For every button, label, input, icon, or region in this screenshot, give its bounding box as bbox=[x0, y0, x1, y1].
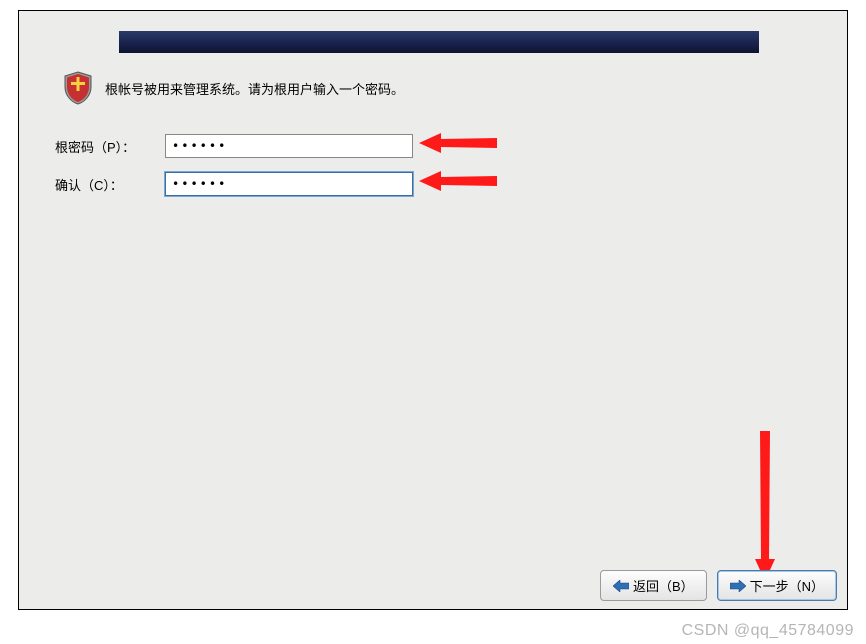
installer-window: 根帐号被用来管理系统。请为根用户输入一个密码。 根密码（P）： 确认（C）： bbox=[18, 10, 848, 610]
banner-bar bbox=[119, 31, 759, 53]
annotation-arrow-icon bbox=[419, 167, 497, 198]
annotation-arrow-icon bbox=[419, 129, 497, 160]
intro-row: 根帐号被用来管理系统。请为根用户输入一个密码。 bbox=[63, 71, 404, 105]
watermark-text: CSDN @qq_45784099 bbox=[682, 622, 854, 640]
back-button-label: 返回（B） bbox=[633, 576, 694, 595]
intro-text: 根帐号被用来管理系统。请为根用户输入一个密码。 bbox=[105, 79, 404, 98]
password-label: 根密码（P）： bbox=[55, 137, 165, 156]
password-row: 根密码（P）： bbox=[55, 133, 413, 159]
confirm-label: 确认（C）： bbox=[55, 175, 165, 194]
shield-icon bbox=[63, 71, 93, 105]
root-password-input[interactable] bbox=[165, 134, 413, 158]
arrow-left-icon bbox=[613, 580, 629, 592]
next-button-label: 下一步（N） bbox=[750, 576, 824, 595]
back-button[interactable]: 返回（B） bbox=[600, 570, 707, 601]
annotation-arrow-icon bbox=[751, 431, 779, 584]
confirm-row: 确认（C）： bbox=[55, 171, 413, 197]
confirm-password-input[interactable] bbox=[165, 172, 413, 196]
arrow-right-icon bbox=[730, 580, 746, 592]
root-password-form: 根密码（P）： 确认（C）： bbox=[55, 133, 413, 209]
wizard-button-bar: 返回（B） 下一步（N） bbox=[600, 570, 837, 601]
next-button[interactable]: 下一步（N） bbox=[717, 570, 837, 601]
